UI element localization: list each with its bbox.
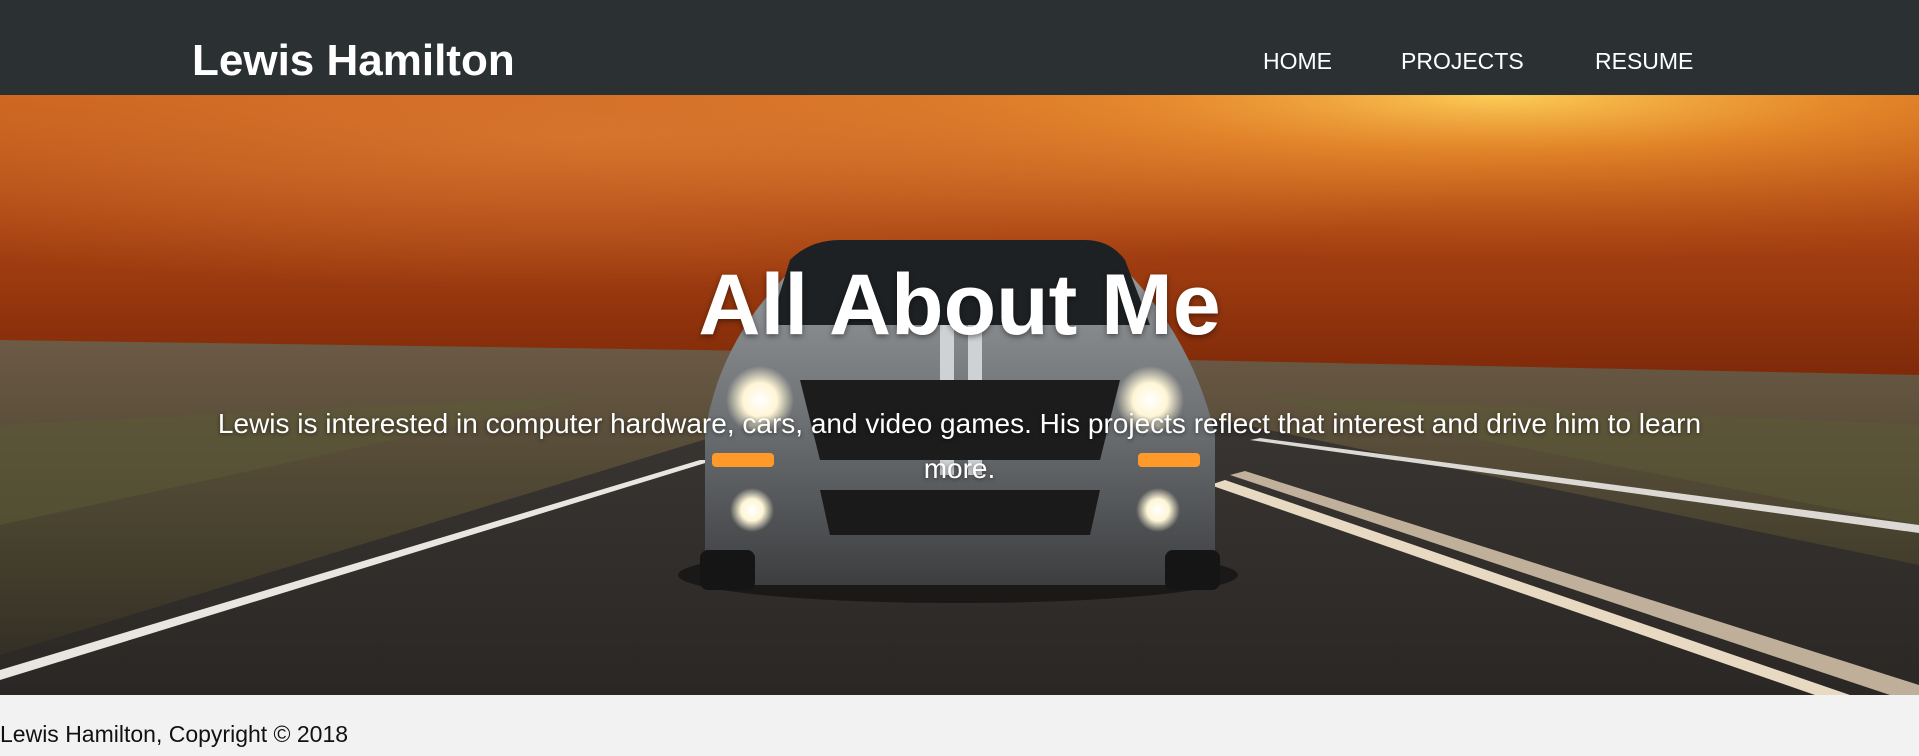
nav-home-link[interactable]: HOME: [1263, 48, 1332, 74]
site-header: Lewis Hamilton HOME PROJECTS RESUME: [0, 0, 1919, 95]
hero-description: Lewis is interested in computer hardware…: [217, 408, 1702, 484]
nav-projects-link[interactable]: PROJECTS: [1401, 48, 1524, 74]
site-footer: Lewis Hamilton, Copyright © 2018: [0, 695, 1919, 756]
hero-background-image: [0, 95, 1919, 695]
nav-resume-link[interactable]: RESUME: [1595, 48, 1693, 74]
footer-copyright: Lewis Hamilton, Copyright © 2018: [0, 721, 349, 747]
hero-section: All About Me Lewis is interested in comp…: [0, 95, 1919, 695]
main-nav: HOME PROJECTS RESUME: [0, 48, 1919, 74]
hero-title: All About Me: [698, 257, 1221, 353]
